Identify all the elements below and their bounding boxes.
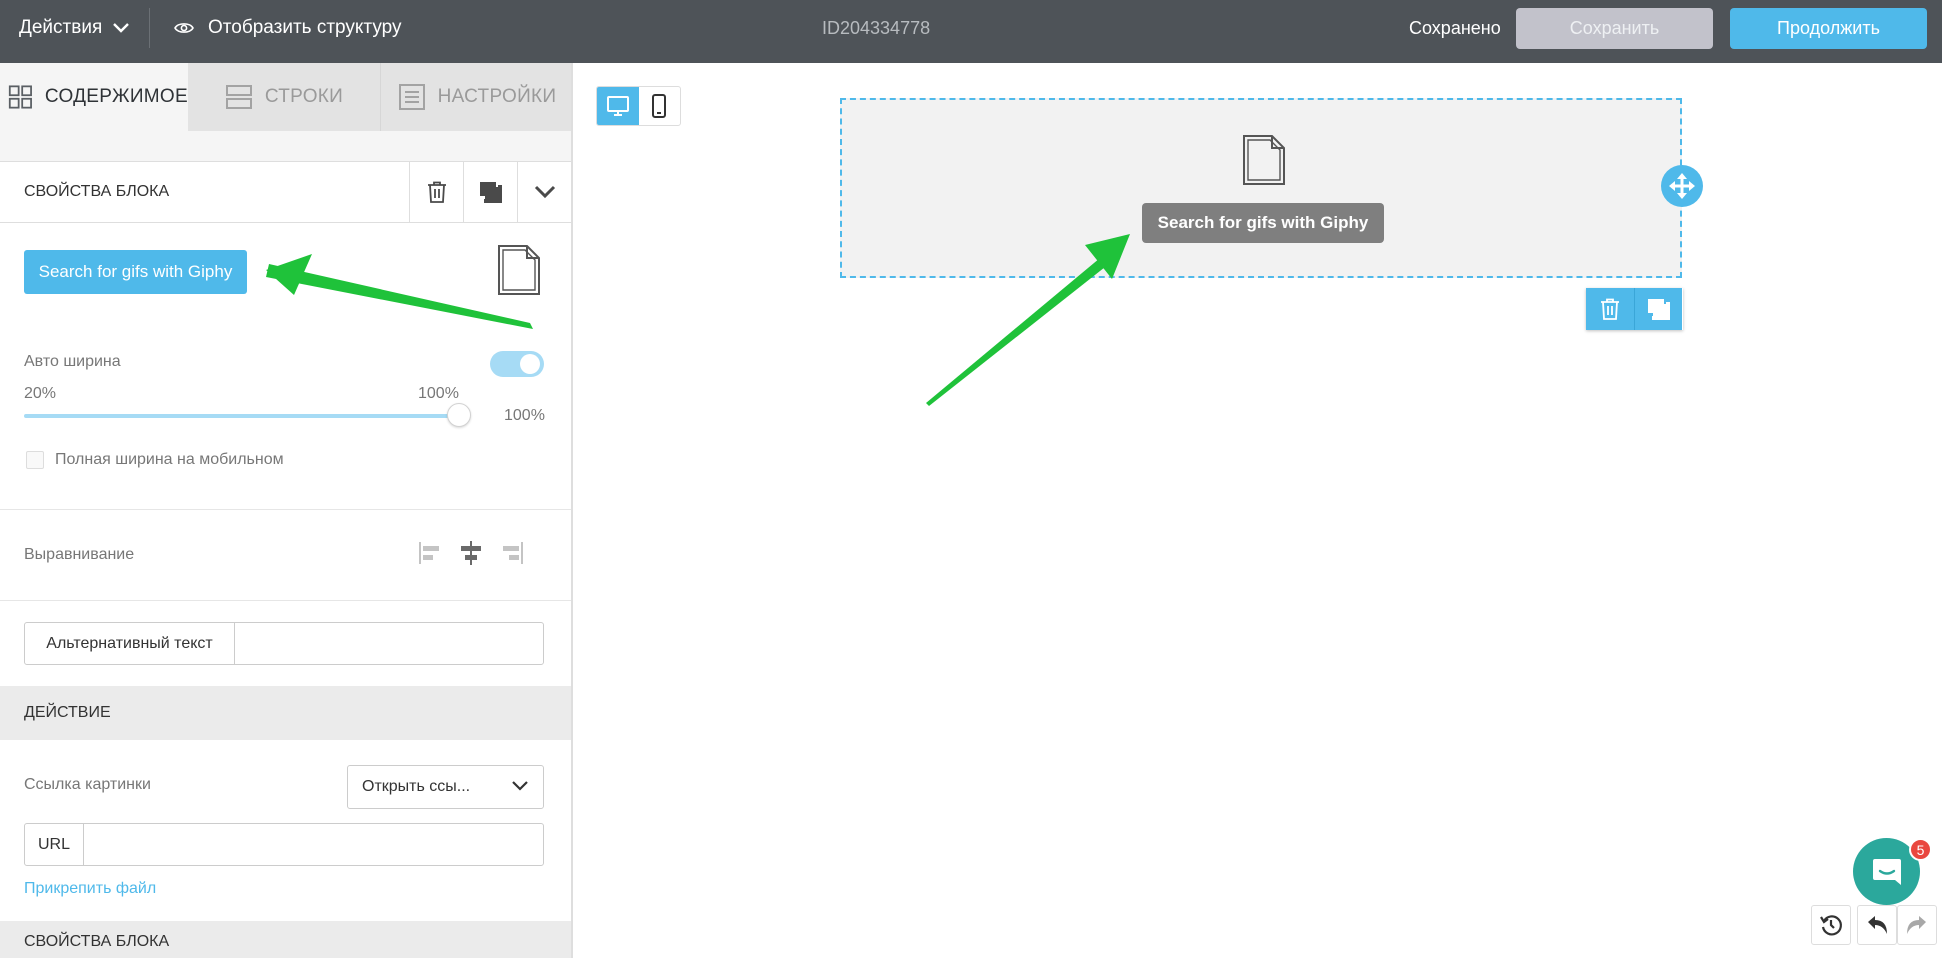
mobile-icon xyxy=(652,94,667,118)
undo-icon xyxy=(1868,916,1887,934)
url-input[interactable] xyxy=(87,826,537,863)
block-properties-section-2: СВОЙСТВА БЛОКА xyxy=(0,921,571,958)
actions-menu[interactable]: Действия xyxy=(19,0,130,56)
topbar-divider xyxy=(149,8,150,48)
tab-settings[interactable]: НАСТРОЙКИ xyxy=(381,63,571,131)
alt-text-label: Альтернативный текст xyxy=(25,623,235,664)
block-giphy-search-button[interactable]: Search for gifs with Giphy xyxy=(1142,203,1384,243)
width-value: 100% xyxy=(504,407,545,424)
redo-icon xyxy=(1907,916,1926,934)
trash-icon xyxy=(1601,298,1619,320)
saved-status: Сохранено xyxy=(1409,17,1501,38)
auto-width-toggle[interactable] xyxy=(490,351,544,377)
tab-rows-label: СТРОКИ xyxy=(264,86,344,107)
move-block-handle[interactable] xyxy=(1661,165,1703,207)
image-link-select-value: Открыть ссы... xyxy=(362,778,471,795)
toggle-knob xyxy=(520,354,540,374)
divider xyxy=(0,509,571,510)
history-controls xyxy=(1811,905,1937,945)
settings-list-icon xyxy=(398,84,425,110)
tab-content-label: СОДЕРЖИМОЕ xyxy=(44,86,188,107)
save-button[interactable]: Сохранить xyxy=(1516,8,1713,49)
file-icon xyxy=(1242,134,1286,191)
delete-block-button[interactable] xyxy=(1586,288,1634,330)
chat-icon xyxy=(1872,858,1901,885)
sidebar-tabs: СОДЕРЖИМОЕ СТРОКИ НАСТРОЙКИ xyxy=(0,63,571,131)
width-slider-handle[interactable] xyxy=(447,403,471,427)
duplicate-icon xyxy=(1647,299,1670,320)
structure-label: Отобразить структуру xyxy=(208,17,402,38)
alignment-label: Выравнивание xyxy=(24,546,135,563)
chevron-down-icon xyxy=(113,23,130,33)
delete-block-button[interactable] xyxy=(409,162,463,222)
history-icon xyxy=(1820,915,1842,936)
full-width-mobile-label: Полная ширина на мобильном xyxy=(55,451,284,468)
align-left-icon[interactable] xyxy=(418,540,444,566)
move-icon xyxy=(1669,173,1695,199)
duplicate-block-button[interactable] xyxy=(1634,288,1682,330)
align-right-icon[interactable] xyxy=(498,540,524,566)
duplicate-block-button[interactable] xyxy=(463,162,517,222)
alt-text-input[interactable] xyxy=(237,625,537,662)
continue-button[interactable]: Продолжить xyxy=(1730,8,1927,49)
mobile-view-button[interactable] xyxy=(639,87,681,125)
tab-content[interactable]: СОДЕРЖИМОЕ xyxy=(0,63,188,131)
document-id: ID204334778 xyxy=(822,17,931,38)
block-properties-panel xyxy=(0,223,571,746)
block-properties-title: СВОЙСТВА БЛОКА xyxy=(24,183,170,200)
width-slider-track[interactable] xyxy=(24,414,460,418)
image-link-select[interactable]: Открыть ссы... xyxy=(347,765,544,809)
eye-icon xyxy=(174,23,194,33)
url-label: URL xyxy=(25,824,84,865)
sidebar: СОДЕРЖИМОЕ СТРОКИ НАСТРОЙКИ СВОЙСТВА БЛО… xyxy=(0,63,573,958)
image-link-label: Ссылка картинки xyxy=(24,776,151,793)
giphy-search-button[interactable]: Search for gifs with Giphy xyxy=(24,250,247,294)
block-toolbar xyxy=(1586,288,1683,330)
chevron-down-icon xyxy=(512,781,528,791)
align-center-icon[interactable] xyxy=(458,540,484,566)
collapse-button[interactable] xyxy=(517,162,571,222)
auto-width-label: Авто ширина xyxy=(24,353,121,370)
full-width-mobile-checkbox[interactable] xyxy=(26,451,44,469)
top-bar: Действия Отобразить структуру ID20433477… xyxy=(0,0,1942,63)
history-button[interactable] xyxy=(1811,905,1851,945)
notification-badge: 5 xyxy=(1909,838,1932,861)
desktop-view-button[interactable] xyxy=(597,87,639,125)
desktop-icon xyxy=(606,96,629,116)
tab-rows[interactable]: СТРОКИ xyxy=(188,63,381,131)
tab-settings-label: НАСТРОЙКИ xyxy=(437,86,557,107)
action-section-header: ДЕЙСТВИЕ xyxy=(0,686,571,740)
slider-min-label: 20% xyxy=(24,385,57,402)
redo-button[interactable] xyxy=(1897,905,1937,945)
rows-icon xyxy=(225,85,252,109)
alignment-options xyxy=(418,540,524,566)
url-field: URL xyxy=(24,823,544,866)
grid-icon xyxy=(8,85,32,109)
gif-block[interactable]: Search for gifs with Giphy xyxy=(840,98,1682,278)
attach-file-link[interactable]: Прикрепить файл xyxy=(24,880,156,898)
device-toggle xyxy=(596,86,681,126)
trash-icon xyxy=(427,181,446,203)
slider-max-label: 100% xyxy=(418,385,459,402)
duplicate-icon xyxy=(479,182,502,203)
alt-text-field: Альтернативный текст xyxy=(24,622,544,665)
chevron-down-icon xyxy=(534,185,555,199)
undo-button[interactable] xyxy=(1857,905,1897,945)
actions-label: Действия xyxy=(19,17,103,38)
block-properties-header: СВОЙСТВА БЛОКА xyxy=(0,161,571,223)
divider xyxy=(0,600,571,601)
file-icon xyxy=(497,244,541,301)
show-structure-button[interactable]: Отобразить структуру xyxy=(174,0,401,56)
